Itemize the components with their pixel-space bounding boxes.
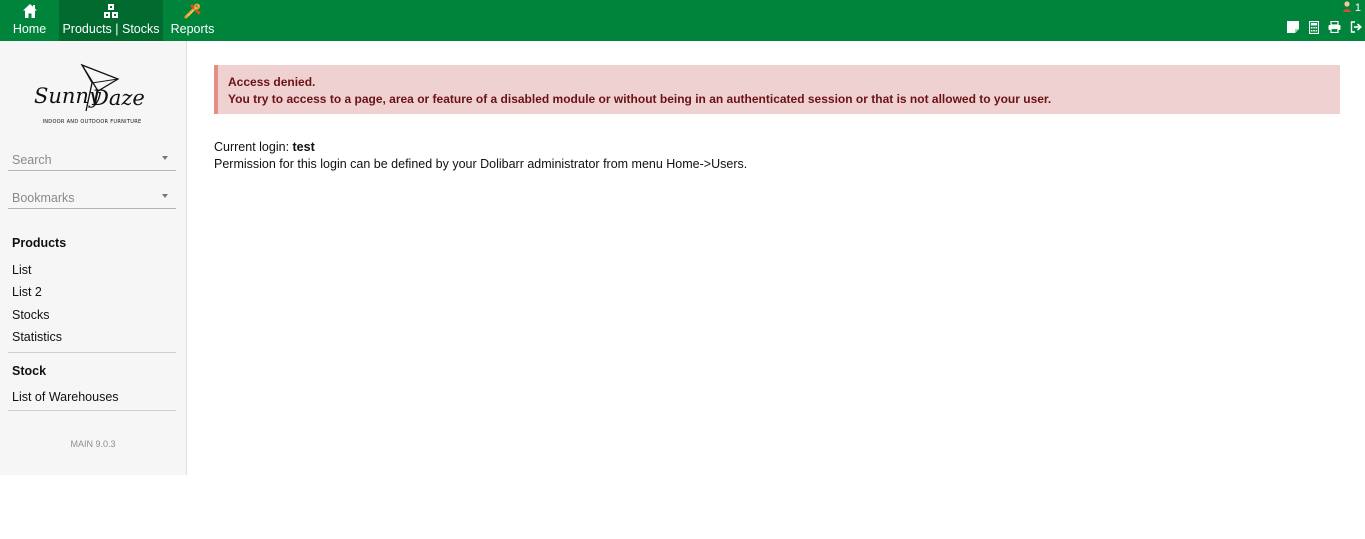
nav-products-label: Products | Stocks — [62, 22, 160, 36]
print-icon[interactable] — [1328, 20, 1341, 34]
chevron-down-icon — [162, 194, 168, 198]
current-login-line: Current login: test — [214, 139, 747, 156]
tools-icon — [184, 2, 202, 20]
access-denied-alert: Access denied. You try to access to a pa… — [214, 65, 1340, 114]
sidebar-section-products[interactable]: Products — [12, 236, 66, 250]
sidebar-divider — [8, 410, 176, 411]
tool-icons — [1286, 20, 1362, 34]
nav-reports[interactable]: Reports — [163, 0, 222, 41]
alert-message: You try to access to a page, area or fea… — [228, 92, 1052, 106]
search-placeholder: Search — [12, 153, 52, 167]
nav-home-label: Home — [12, 22, 47, 36]
home-icon — [22, 2, 38, 20]
chevron-down-icon — [162, 156, 168, 160]
sidebar-item-statistics[interactable]: Statistics — [12, 330, 62, 344]
logout-icon[interactable] — [1349, 20, 1362, 34]
permission-text: Permission for this login can be defined… — [214, 157, 748, 171]
svg-text:Daze: Daze — [91, 86, 145, 110]
top-nav: Home Products | Stocks Reports — [0, 0, 222, 41]
version-label: MAIN 9.0.3 — [70, 439, 116, 449]
sidebar-item-stocks[interactable]: Stocks — [12, 308, 50, 322]
nav-products-stocks[interactable]: Products | Stocks — [59, 0, 163, 41]
sidebar-divider — [8, 352, 176, 353]
user-icon — [1342, 1, 1352, 15]
login-info: Current login: test Permission for this … — [214, 139, 747, 173]
sidebar-item-list-of-warehouses[interactable]: List of Warehouses — [12, 390, 119, 404]
sidebar: Sunny Daze INDOOR AND OUTDOOR FURNITURE … — [0, 41, 187, 475]
bookmarks-select[interactable]: Bookmarks — [8, 187, 176, 209]
search-select[interactable]: Search — [8, 149, 176, 171]
svg-text:INDOOR AND OUTDOOR FURNITURE: INDOOR AND OUTDOOR FURNITURE — [42, 119, 141, 125]
user-count: 1 — [1354, 2, 1361, 14]
nav-home[interactable]: Home — [0, 0, 59, 41]
top-bar: Home Products | Stocks Reports 1 — [0, 0, 1365, 41]
sidebar-section-stock[interactable]: Stock — [12, 364, 46, 378]
nav-reports-label: Reports — [170, 22, 215, 36]
current-login-label: Current login: — [214, 140, 293, 154]
calculator-icon[interactable] — [1307, 20, 1320, 34]
company-logo[interactable]: Sunny Daze INDOOR AND OUTDOOR FURNITURE — [30, 61, 154, 127]
bookmarks-placeholder: Bookmarks — [12, 191, 75, 205]
top-right-tools: 1 — [1275, 0, 1365, 41]
notepad-icon[interactable] — [1286, 20, 1299, 34]
boxes-icon — [103, 2, 119, 20]
user-menu[interactable]: 1 — [1342, 1, 1361, 15]
alert-title: Access denied. — [228, 75, 316, 89]
sidebar-item-list-2[interactable]: List 2 — [12, 285, 42, 299]
sidebar-item-list[interactable]: List — [12, 263, 31, 277]
current-login-value: test — [292, 140, 315, 154]
